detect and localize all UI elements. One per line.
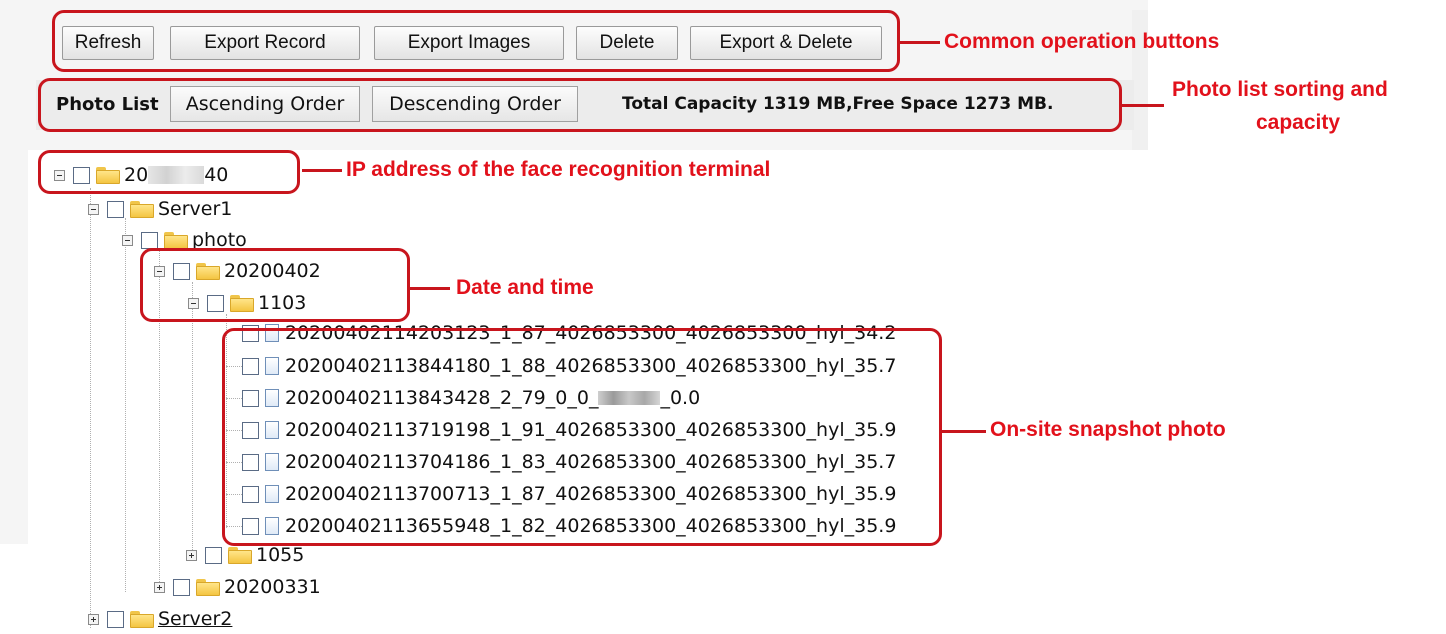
- checkbox[interactable]: [107, 200, 124, 218]
- annotation-text-date: Date and time: [456, 276, 594, 299]
- annotation-text-ip: IP address of the face recognition termi…: [346, 158, 771, 181]
- annotation-line: [900, 41, 940, 44]
- tree-node-server2[interactable]: Server2: [88, 606, 232, 632]
- annotation-text-sorting-1: Photo list sorting and: [1172, 78, 1388, 101]
- tree-node-20200331[interactable]: 20200331: [154, 574, 321, 600]
- tree-node-server1[interactable]: Server1: [88, 196, 232, 222]
- tree-line: [192, 282, 193, 554]
- collapse-icon[interactable]: [88, 203, 99, 215]
- node-label: 1055: [256, 544, 305, 566]
- annotation-text-sorting-2: capacity: [1256, 111, 1341, 134]
- checkbox[interactable]: [107, 610, 124, 628]
- checkbox[interactable]: [173, 578, 190, 596]
- collapse-icon[interactable]: [122, 234, 133, 246]
- node-label: Server1: [158, 198, 233, 220]
- annotation-box-ip: [38, 150, 300, 194]
- expand-icon[interactable]: [88, 613, 99, 625]
- annotation-line: [410, 287, 450, 290]
- annotation-box-sorting: [38, 78, 1122, 132]
- annotation-text-snapshot: On-site snapshot photo: [990, 418, 1226, 441]
- annotation-box-snapshot: [222, 328, 942, 546]
- annotation-box-buttons: [52, 10, 900, 72]
- annotation-box-date: [140, 248, 410, 322]
- folder-icon: [130, 610, 154, 628]
- folder-icon: [196, 578, 220, 596]
- annotation-line: [942, 430, 986, 433]
- annotation-line: [302, 169, 342, 172]
- expand-icon[interactable]: [154, 581, 165, 593]
- folder-icon: [130, 200, 154, 218]
- folder-icon: [228, 546, 252, 564]
- annotation-line: [1122, 104, 1164, 107]
- tree-line: [125, 218, 126, 592]
- node-label: 20200331: [224, 576, 321, 598]
- checkbox[interactable]: [141, 231, 158, 249]
- folder-icon: [164, 231, 188, 249]
- annotation-text-buttons: Common operation buttons: [944, 30, 1220, 53]
- checkbox[interactable]: [205, 546, 222, 564]
- node-label: Server2: [158, 608, 233, 630]
- expand-icon[interactable]: [186, 549, 197, 561]
- tree-line: [90, 188, 91, 628]
